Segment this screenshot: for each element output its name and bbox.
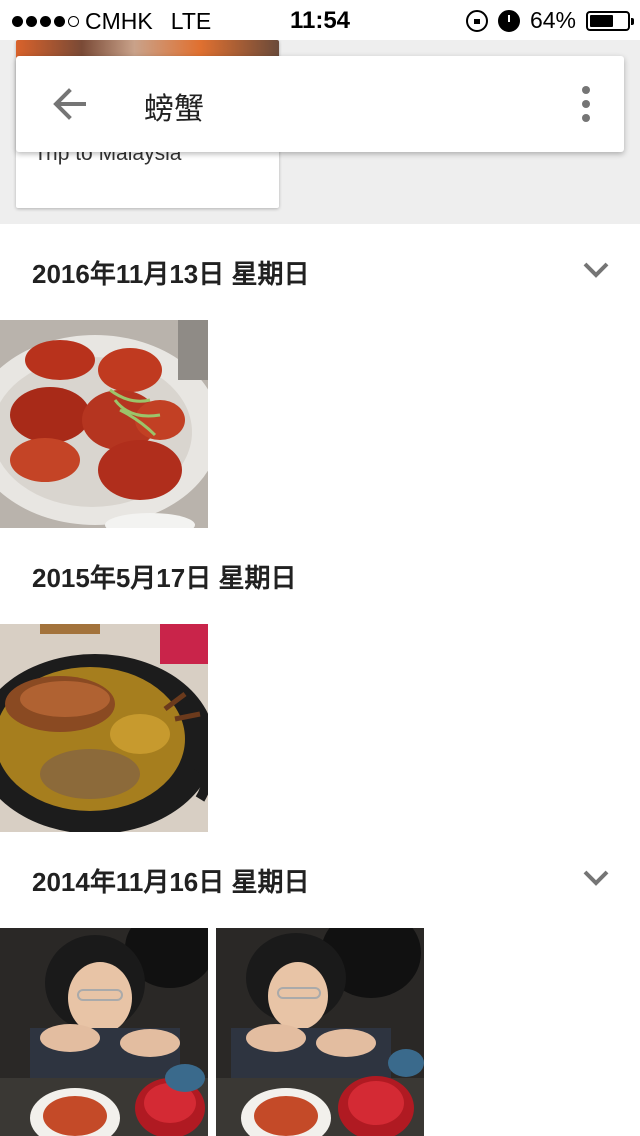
search-query[interactable]: 螃蟹 — [144, 84, 204, 128]
crab-plate-image — [0, 320, 208, 528]
rotation-lock-icon — [465, 9, 488, 32]
photo-thumbnail[interactable] — [216, 928, 424, 1136]
more-options-button[interactable] — [574, 84, 598, 124]
status-bar: CMHK LTE 11:54 64% — [0, 0, 640, 40]
alarm-icon — [497, 9, 520, 32]
chevron-down-icon[interactable] — [582, 260, 610, 280]
section-date: 2014年11月16日 星期日 — [32, 867, 310, 897]
date-section-header: 2014年11月16日 星期日 — [0, 832, 640, 928]
photo-thumbnail[interactable] — [0, 624, 208, 832]
photo-thumbnail[interactable] — [0, 320, 208, 528]
battery-percent: 64% — [529, 7, 576, 33]
arrow-left-icon — [53, 88, 86, 120]
section-date: 2015年5月17日 星期日 — [32, 563, 297, 593]
section-date: 2016年11月13日 星期日 — [32, 259, 310, 289]
search-bar: 螃蟹 — [16, 56, 624, 152]
crab-curry-pan-image — [0, 624, 208, 832]
battery-icon — [586, 10, 634, 31]
status-right: 64% — [465, 7, 634, 34]
back-button[interactable] — [48, 84, 92, 124]
photo-thumbnail[interactable] — [0, 928, 208, 1136]
person-eating-crab-image — [216, 928, 424, 1136]
date-section-header: 2015年5月17日 星期日 — [0, 528, 640, 624]
person-eating-crab-image — [0, 928, 208, 1136]
date-section-header: 2016年11月13日 星期日 — [0, 224, 640, 320]
more-vert-icon — [582, 86, 590, 122]
chevron-down-icon[interactable] — [582, 868, 610, 888]
